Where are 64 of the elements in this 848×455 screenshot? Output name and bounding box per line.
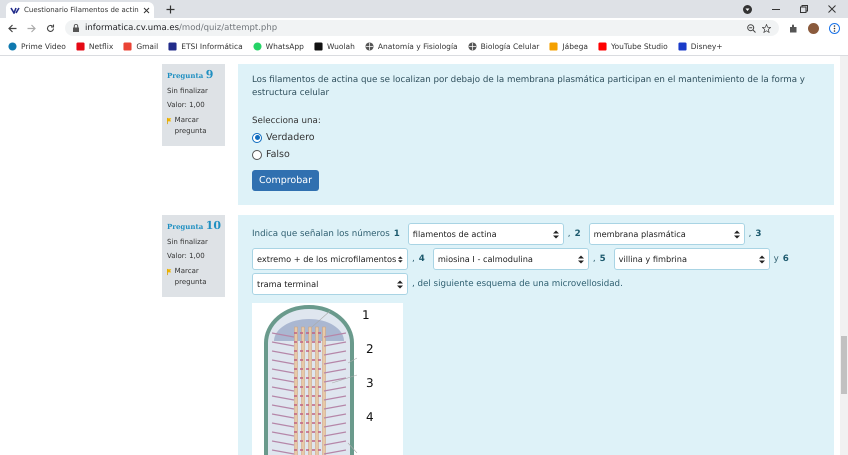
zoom-icon[interactable] — [747, 24, 756, 32]
label-number: 2 — [574, 229, 581, 240]
logo-icon — [549, 42, 558, 51]
label-number: 6 — [782, 254, 789, 264]
star-icon[interactable] — [762, 24, 771, 32]
question-text: , — [568, 229, 571, 240]
question-text: , del siguiente esquema de una microvellosidad. — [412, 279, 623, 290]
diagram-label: 4 — [365, 410, 374, 424]
avatar-icon[interactable] — [808, 22, 819, 34]
logo-icon — [168, 42, 178, 51]
updown-icon — [397, 280, 403, 289]
minimize-icon[interactable] — [772, 8, 780, 10]
circle-icon[interactable] — [743, 4, 752, 14]
answer-dropdown[interactable]: extremo + de los microfilamentos — [252, 248, 408, 270]
prompt-text: Selecciona una: — [252, 116, 322, 126]
globe-icon — [364, 42, 374, 51]
updown-icon — [552, 230, 559, 239]
restore-icon[interactable] — [800, 5, 808, 13]
scrollbar[interactable] — [840, 56, 848, 455]
diagram-label: 1 — [362, 308, 371, 322]
question-text: , — [412, 254, 415, 264]
answer-dropdown[interactable]: villina y fimbrina — [614, 248, 770, 270]
address-bar[interactable]: informatica.cv.uma.es/mod/quiz/attempt.php — [65, 20, 779, 36]
question-text: , — [592, 254, 596, 264]
logo-icon — [123, 42, 132, 51]
logo-icon — [678, 42, 687, 51]
label-number: 5 — [600, 254, 606, 264]
check-button[interactable]: Comprobar — [252, 170, 319, 192]
answer-dropdown[interactable]: miosina I - calmodulina — [432, 248, 589, 270]
close-icon[interactable] — [142, 6, 150, 14]
updown-icon — [758, 254, 765, 264]
radio-button[interactable] — [252, 132, 262, 143]
label-number: 4 — [418, 254, 425, 264]
answer-dropdown[interactable]: filamentos de actina — [408, 223, 564, 246]
diagram-label: 2 — [365, 342, 374, 356]
option-label[interactable]: Verdadero — [266, 132, 315, 144]
question-text: y — [774, 254, 779, 264]
logo-icon — [314, 42, 323, 51]
answer-dropdown[interactable]: trama terminal — [252, 273, 408, 296]
label-number: 3 — [755, 229, 762, 240]
question-text: Indica que señalan los números — [252, 229, 390, 240]
lock-icon — [73, 24, 79, 32]
diagram-label: 3 — [365, 376, 374, 390]
url-text: informatica.cv.uma.es/mod/quiz/attempt.php — [85, 23, 278, 33]
answer-dropdown[interactable]: membrana plasmática — [588, 223, 745, 246]
question-text: , — [748, 229, 752, 240]
reload-icon[interactable] — [46, 24, 55, 32]
menu-icon[interactable] — [829, 22, 840, 34]
logo-icon — [8, 42, 17, 51]
radio-button[interactable] — [252, 150, 262, 160]
close-icon[interactable] — [828, 5, 836, 13]
logo-icon — [76, 42, 85, 51]
updown-icon — [398, 254, 403, 264]
plus-icon[interactable] — [166, 5, 175, 14]
back-icon[interactable] — [8, 24, 17, 32]
question-text: Los filamentos de actina que se localizan por debajo de la membrana plasmática participan en el mantenimiento de la forma y estructura celular — [252, 74, 806, 100]
logo-icon — [252, 42, 262, 51]
label-number: 1 — [394, 229, 400, 240]
option-label[interactable]: Falso — [266, 149, 290, 160]
updown-icon — [734, 230, 740, 239]
globe-icon — [468, 42, 477, 51]
logo-icon — [598, 42, 607, 51]
logo-icon — [10, 6, 20, 14]
updown-icon — [578, 254, 584, 264]
